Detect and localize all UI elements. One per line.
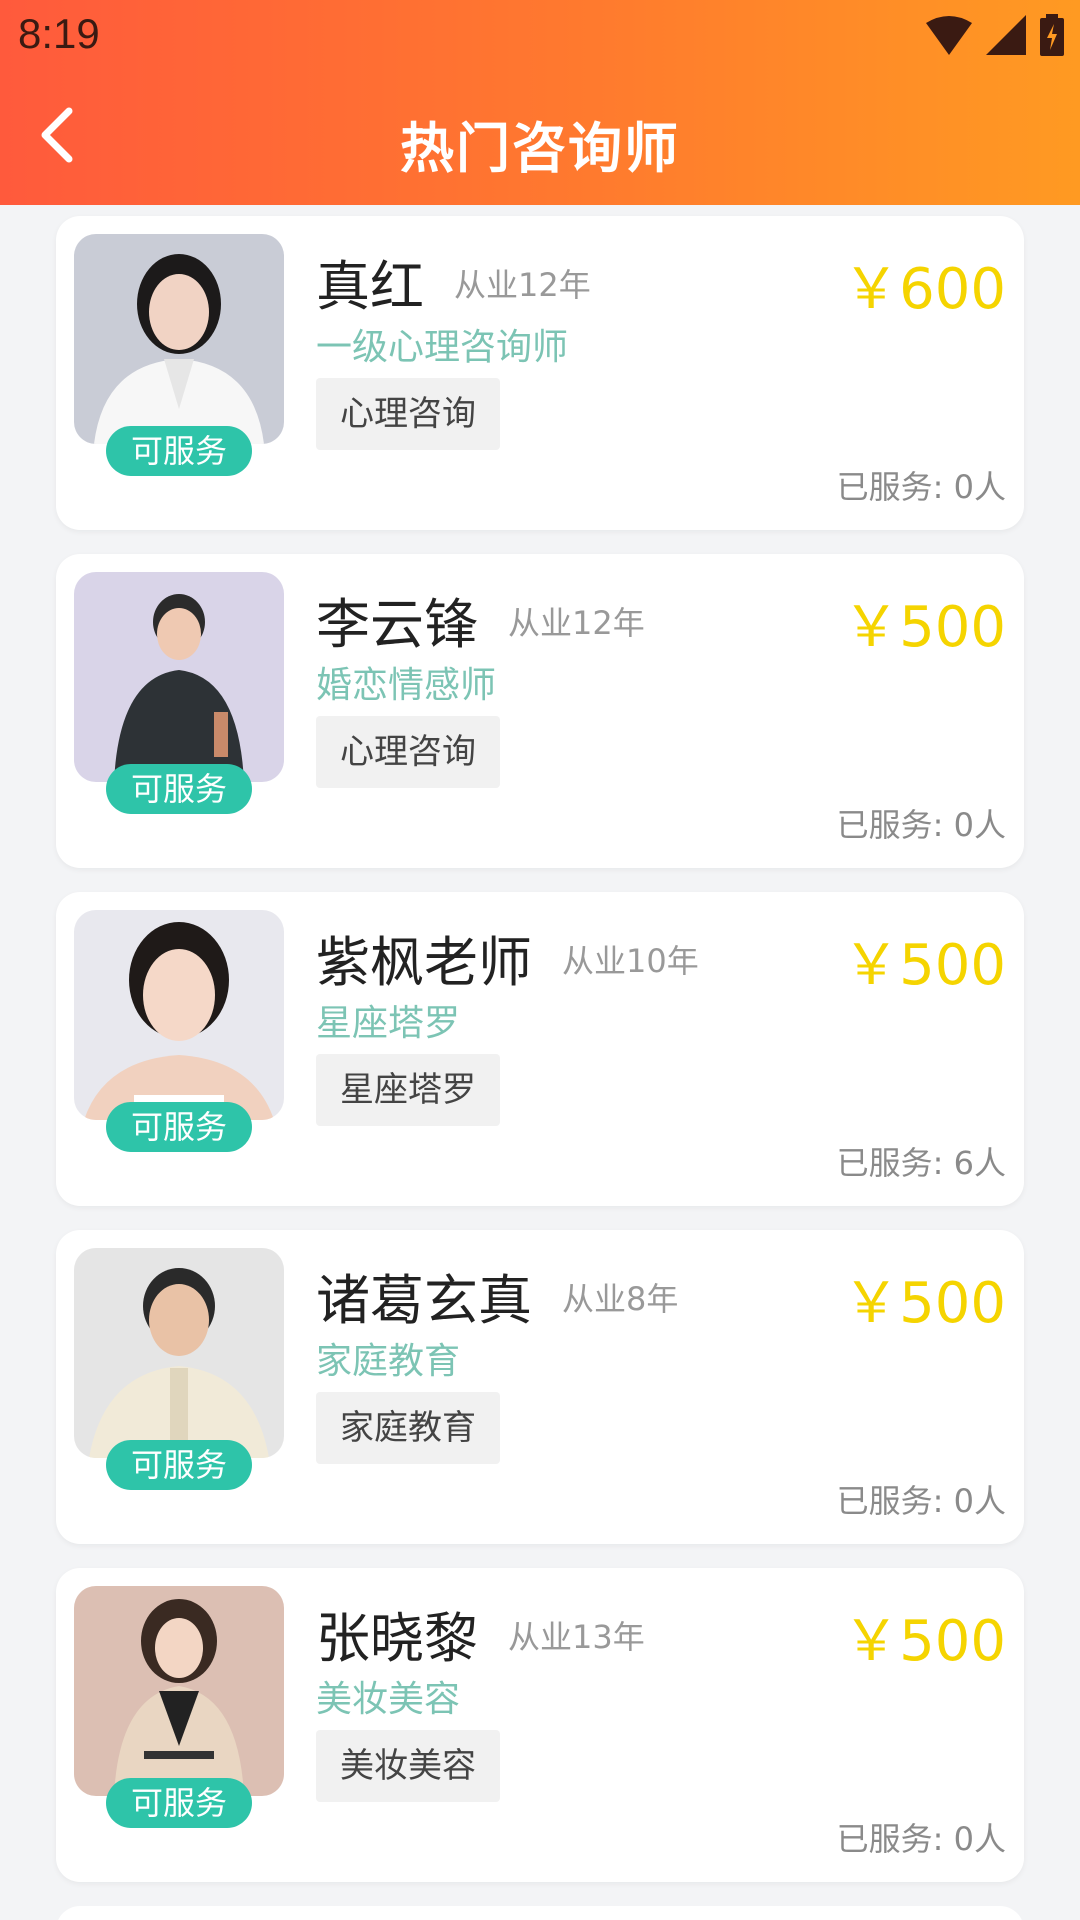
avatar-wrap: 可服务 <box>74 910 284 1152</box>
counselor-title: 家庭教育 <box>316 1341 461 1382</box>
avatar-wrap: 可服务 <box>74 1248 284 1490</box>
counselor-title: 星座塔罗 <box>316 1003 461 1044</box>
specialty-tag: 心理咨询 <box>316 378 500 450</box>
experience-years: 从业10年 <box>562 942 699 980</box>
specialty-tag: 美妆美容 <box>316 1730 500 1802</box>
availability-badge: 可服务 <box>106 764 252 814</box>
avatar <box>74 234 284 444</box>
counselor-name: 真红 <box>316 255 424 318</box>
app-header: 8:19 热门咨询师 <box>0 0 1080 205</box>
served-count: 已服务: 0人 <box>836 1820 1006 1858</box>
availability-badge: 可服务 <box>106 426 252 476</box>
experience-years: 从业12年 <box>508 604 645 642</box>
specialty-tag: 星座塔罗 <box>316 1054 500 1126</box>
availability-badge: 可服务 <box>106 1778 252 1828</box>
counselor-card-partial[interactable] <box>56 1906 1024 1920</box>
counselor-title: 一级心理咨询师 <box>316 327 569 368</box>
counselor-card[interactable]: 可服务 紫枫老师 从业10年 星座塔罗 星座塔罗 ￥500 已服务: 6人 <box>56 892 1024 1206</box>
battery-icon <box>1040 14 1064 56</box>
counselor-name: 紫枫老师 <box>316 931 532 994</box>
specialty-tag: 家庭教育 <box>316 1392 500 1464</box>
counselor-name: 李云锋 <box>316 593 478 656</box>
avatar-wrap: 可服务 <box>74 234 284 476</box>
counselor-card[interactable]: 可服务 真红 从业12年 一级心理咨询师 心理咨询 ￥600 已服务: 0人 <box>56 216 1024 530</box>
counselor-card[interactable]: 可服务 张晓黎 从业13年 美妆美容 美妆美容 ￥500 已服务: 0人 <box>56 1568 1024 1882</box>
page-title: 热门咨询师 <box>400 117 680 180</box>
counselor-card[interactable]: 可服务 诸葛玄真 从业8年 家庭教育 家庭教育 ￥500 已服务: 0人 <box>56 1230 1024 1544</box>
served-count: 已服务: 6人 <box>836 1144 1006 1182</box>
counselor-title: 婚恋情感师 <box>316 665 497 706</box>
experience-years: 从业12年 <box>454 266 591 304</box>
wifi-icon <box>926 16 972 55</box>
served-count: 已服务: 0人 <box>836 468 1006 506</box>
avatar-wrap: 可服务 <box>74 572 284 814</box>
price: ￥500 <box>843 595 1006 660</box>
experience-years: 从业8年 <box>562 1280 679 1318</box>
availability-badge: 可服务 <box>106 1440 252 1490</box>
price: ￥500 <box>843 1271 1006 1336</box>
avatar <box>74 910 284 1120</box>
counselor-list: 可服务 真红 从业12年 一级心理咨询师 心理咨询 ￥600 已服务: 0人 可… <box>56 216 1024 1920</box>
price: ￥600 <box>843 257 1006 322</box>
counselor-card[interactable]: 可服务 李云锋 从业12年 婚恋情感师 心理咨询 ￥500 已服务: 0人 <box>56 554 1024 868</box>
status-time: 8:19 <box>18 10 100 57</box>
counselor-title: 美妆美容 <box>316 1679 461 1720</box>
served-count: 已服务: 0人 <box>836 1482 1006 1520</box>
signal-icon <box>986 15 1026 55</box>
status-icons <box>926 14 1064 56</box>
served-count: 已服务: 0人 <box>836 806 1006 844</box>
price: ￥500 <box>843 933 1006 998</box>
avatar <box>74 572 284 782</box>
specialty-tag: 心理咨询 <box>316 716 500 788</box>
experience-years: 从业13年 <box>508 1618 645 1656</box>
counselor-name: 张晓黎 <box>316 1607 478 1670</box>
avatar <box>74 1248 284 1458</box>
availability-badge: 可服务 <box>106 1102 252 1152</box>
avatar-wrap: 可服务 <box>74 1586 284 1828</box>
price: ￥500 <box>843 1609 1006 1674</box>
avatar <box>74 1586 284 1796</box>
counselor-name: 诸葛玄真 <box>316 1269 532 1332</box>
